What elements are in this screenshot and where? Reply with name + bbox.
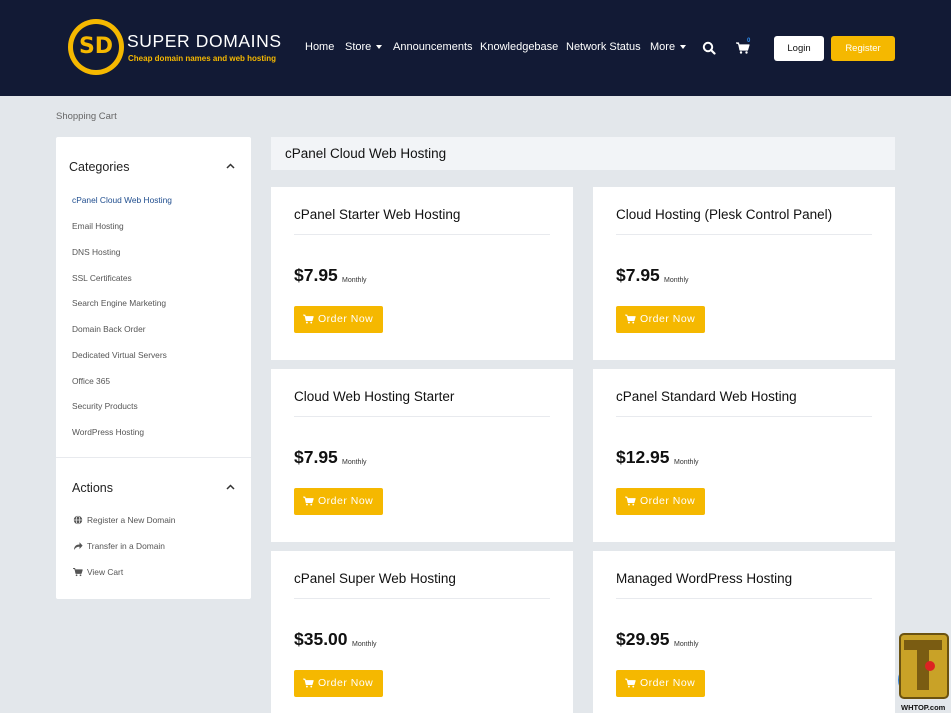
nav-more-label: More bbox=[650, 41, 676, 53]
register-button[interactable]: Register bbox=[831, 36, 895, 61]
sidebar-item-dedicated-virtual-servers[interactable]: Dedicated Virtual Servers bbox=[72, 350, 167, 360]
nav-announcements-label: Announcements bbox=[393, 41, 473, 53]
product-card: Cloud Hosting (Plesk Control Panel) $7.9… bbox=[593, 187, 895, 360]
watermark-logo bbox=[898, 633, 949, 699]
action-transfer-domain[interactable]: Transfer in a Domain bbox=[87, 541, 165, 551]
billing-period: Monthly bbox=[342, 277, 367, 284]
card-divider bbox=[294, 598, 550, 599]
nav-announcements[interactable]: Announcements bbox=[393, 41, 473, 53]
product-card: cPanel Standard Web Hosting $12.95 Month… bbox=[593, 369, 895, 542]
cart-count-badge: 0 bbox=[747, 38, 751, 44]
order-now-button[interactable]: Order Now bbox=[616, 306, 705, 333]
nav-home-label: Home bbox=[305, 41, 335, 53]
product-price: $12.95 bbox=[616, 447, 670, 467]
product-price: $7.95 bbox=[294, 447, 338, 467]
categories-heading: Categories bbox=[69, 160, 130, 174]
card-divider bbox=[616, 416, 872, 417]
cart-icon bbox=[625, 314, 636, 324]
page-title: cPanel Cloud Web Hosting bbox=[285, 146, 447, 161]
logo-mark: SD bbox=[73, 24, 119, 70]
search-icon[interactable] bbox=[702, 41, 716, 55]
login-button[interactable]: Login bbox=[774, 36, 824, 61]
watermark-text: WHTOP.com bbox=[901, 703, 946, 712]
sidebar-divider bbox=[56, 457, 251, 458]
chevron-up-icon[interactable] bbox=[226, 484, 235, 490]
billing-period: Monthly bbox=[352, 641, 377, 648]
sidebar-item-office-365[interactable]: Office 365 bbox=[72, 376, 110, 386]
cart-icon bbox=[625, 678, 636, 688]
share-arrow-icon bbox=[74, 542, 83, 550]
nav-home[interactable]: Home bbox=[305, 41, 334, 53]
sidebar-item-email-hosting[interactable]: Email Hosting bbox=[72, 221, 124, 231]
sidebar-item-domain-back-order[interactable]: Domain Back Order bbox=[72, 324, 146, 334]
cart-icon bbox=[303, 496, 314, 506]
nav-more[interactable]: More bbox=[650, 41, 687, 53]
billing-period: Monthly bbox=[674, 641, 699, 648]
chevron-up-icon[interactable] bbox=[226, 163, 235, 169]
sidebar-item-cpanel-cloud-web-hosting[interactable]: cPanel Cloud Web Hosting bbox=[72, 195, 172, 205]
nav-network-status[interactable]: Network Status bbox=[566, 41, 641, 53]
actions-heading: Actions bbox=[72, 481, 113, 495]
product-name: cPanel Standard Web Hosting bbox=[616, 389, 797, 404]
billing-period: Monthly bbox=[664, 277, 689, 284]
cart-icon bbox=[303, 314, 314, 324]
billing-period: Monthly bbox=[342, 459, 367, 466]
logo[interactable]: SD bbox=[68, 19, 124, 75]
product-name: Managed WordPress Hosting bbox=[616, 571, 793, 586]
order-now-button[interactable]: Order Now bbox=[294, 306, 383, 333]
breadcrumb: Shopping Cart bbox=[56, 111, 117, 122]
order-now-button[interactable]: Order Now bbox=[616, 488, 705, 515]
product-price: $7.95 bbox=[616, 265, 660, 285]
brand-tagline: Cheap domain names and web hosting bbox=[128, 54, 277, 63]
action-view-cart[interactable]: View Cart bbox=[87, 567, 123, 577]
action-register-domain[interactable]: Register a New Domain bbox=[87, 515, 175, 525]
sidebar-item-security-products[interactable]: Security Products bbox=[72, 401, 138, 411]
product-price: $35.00 bbox=[294, 629, 348, 649]
order-now-label: Order Now bbox=[640, 495, 696, 507]
product-name: cPanel Super Web Hosting bbox=[294, 571, 456, 586]
nav-network-status-label: Network Status bbox=[566, 41, 641, 53]
product-price: $29.95 bbox=[616, 629, 670, 649]
nav-store[interactable]: Store bbox=[345, 41, 383, 53]
site-header: SD SUPER DOMAINS Cheap domain names and … bbox=[0, 0, 951, 96]
card-divider bbox=[616, 234, 872, 235]
product-name: cPanel Starter Web Hosting bbox=[294, 207, 461, 222]
cart-icon bbox=[73, 567, 83, 577]
product-name: Cloud Hosting (Plesk Control Panel) bbox=[616, 207, 833, 222]
cart-icon bbox=[625, 496, 636, 506]
product-card: cPanel Starter Web Hosting $7.95 Monthly… bbox=[271, 187, 573, 360]
card-divider bbox=[294, 234, 550, 235]
nav-store-label: Store bbox=[345, 41, 372, 53]
globe-icon bbox=[73, 515, 83, 525]
product-price: $7.95 bbox=[294, 265, 338, 285]
chevron-down-icon bbox=[680, 45, 687, 50]
billing-period: Monthly bbox=[674, 459, 699, 466]
sidebar-item-dns-hosting[interactable]: DNS Hosting bbox=[72, 247, 120, 257]
order-now-button[interactable]: Order Now bbox=[294, 670, 383, 697]
product-card: Managed WordPress Hosting $29.95 Monthly… bbox=[593, 551, 895, 713]
order-now-button[interactable]: Order Now bbox=[616, 670, 705, 697]
brand-name[interactable]: SUPER DOMAINS bbox=[127, 31, 282, 52]
card-divider bbox=[294, 416, 550, 417]
order-now-label: Order Now bbox=[318, 313, 374, 325]
sidebar-item-search-engine-marketing[interactable]: Search Engine Marketing bbox=[72, 298, 166, 308]
cart-icon bbox=[303, 678, 314, 688]
product-name: Cloud Web Hosting Starter bbox=[294, 389, 455, 404]
order-now-label: Order Now bbox=[640, 677, 696, 689]
sidebar: Categories cPanel Cloud Web Hosting Emai… bbox=[56, 137, 251, 599]
sidebar-item-wordpress-hosting[interactable]: WordPress Hosting bbox=[72, 427, 144, 437]
category-header: cPanel Cloud Web Hosting bbox=[271, 137, 895, 170]
order-now-label: Order Now bbox=[640, 313, 696, 325]
nav-knowledgebase[interactable]: Knowledgebase bbox=[480, 41, 558, 53]
card-divider bbox=[616, 598, 872, 599]
order-now-label: Order Now bbox=[318, 495, 374, 507]
sidebar-item-ssl-certificates[interactable]: SSL Certificates bbox=[72, 273, 132, 283]
product-card: cPanel Super Web Hosting $35.00 Monthly … bbox=[271, 551, 573, 713]
product-card: Cloud Web Hosting Starter $7.95 Monthly … bbox=[271, 369, 573, 542]
order-now-button[interactable]: Order Now bbox=[294, 488, 383, 515]
chevron-down-icon bbox=[376, 45, 383, 50]
order-now-label: Order Now bbox=[318, 677, 374, 689]
nav-knowledgebase-label: Knowledgebase bbox=[480, 41, 559, 53]
